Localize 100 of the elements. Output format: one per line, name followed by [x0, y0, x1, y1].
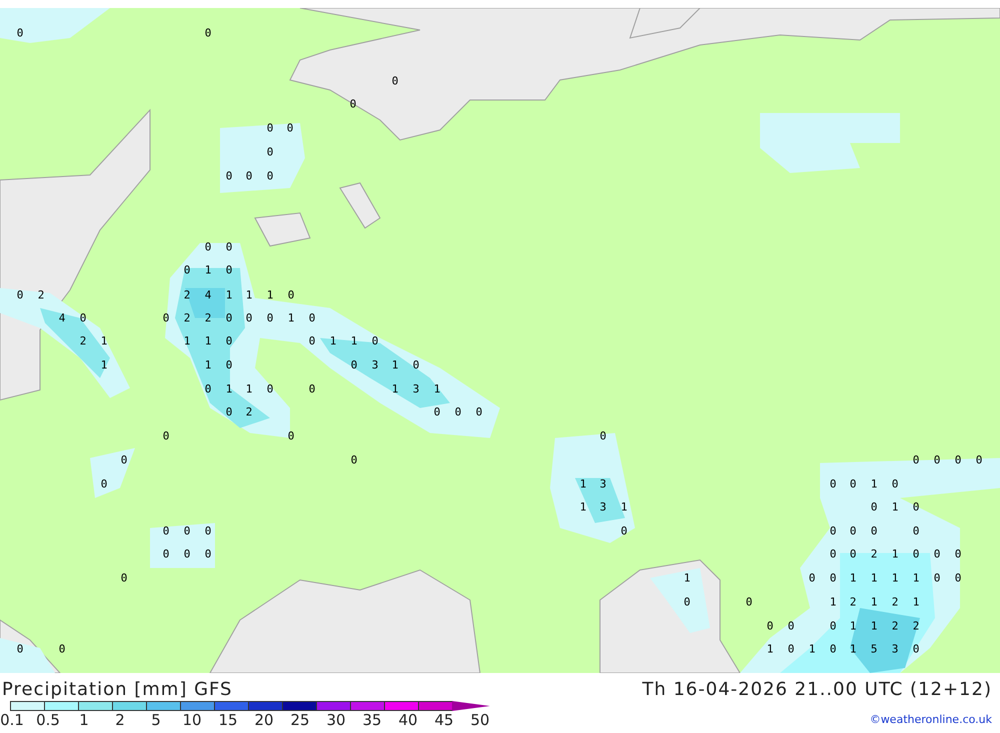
precipitation-value: 0	[934, 572, 940, 584]
precipitation-value: 0	[162, 548, 170, 560]
precipitation-value: 0	[204, 242, 212, 252]
precipitation-value: 0	[830, 548, 836, 560]
precipitation-value: 2	[870, 548, 878, 560]
precipitation-value: 1	[870, 478, 878, 490]
precipitation-value: 1	[392, 360, 398, 370]
precipitation-value: 0	[934, 454, 940, 466]
precipitation-value: 0	[226, 312, 232, 324]
precipitation-value: 1	[912, 596, 920, 608]
precipitation-value: 0	[16, 28, 24, 38]
precipitation-value: 1	[912, 572, 920, 584]
scale-tick-label: 45	[433, 711, 455, 729]
precipitation-value: 0	[954, 454, 962, 466]
precipitation-value: 0	[434, 406, 440, 418]
scale-tick-label: 0.1	[0, 711, 25, 729]
precipitation-value: 0	[746, 596, 752, 608]
precipitation-value: 1	[266, 290, 274, 300]
precipitation-value: 0	[454, 406, 462, 418]
precipitation-value: 1	[830, 596, 836, 608]
precipitation-area	[0, 638, 55, 673]
precipitation-value: 0	[226, 406, 232, 418]
precipitation-value: 2	[204, 312, 212, 324]
sea-area	[254, 212, 311, 247]
precipitation-area	[90, 448, 135, 498]
scale-tick-label: 10	[181, 711, 203, 729]
precipitation-value: 0	[266, 384, 274, 394]
precipitation-value: 1	[850, 572, 856, 584]
precipitation-value: 0	[766, 620, 774, 632]
scale-tick-label: 30	[325, 711, 347, 729]
precipitation-value: 2	[246, 406, 252, 418]
precipitation-value: 0	[600, 430, 606, 442]
precipitation-value: 0	[788, 620, 794, 632]
precipitation-value: 0	[392, 76, 398, 86]
precipitation-value: 0	[954, 548, 962, 560]
precipitation-value: 0	[976, 454, 982, 466]
precipitation-value: 1	[330, 336, 336, 346]
precipitation-value: 0	[226, 264, 232, 276]
precipitation-value: 0	[266, 122, 274, 134]
precipitation-value: 0	[288, 290, 294, 300]
precipitation-value: 2	[892, 596, 898, 608]
precipitation-value: 1	[204, 264, 212, 276]
precipitation-area	[850, 608, 920, 673]
precipitation-value: 0	[162, 312, 170, 324]
precipitation-value: 1	[434, 384, 440, 394]
precipitation-value: 0	[830, 644, 836, 654]
precipitation-value: 1	[392, 384, 398, 394]
precipitation-value: 0	[100, 478, 108, 490]
credit-link[interactable]: ©weatheronline.co.uk	[870, 713, 992, 726]
precipitation-value: 0	[476, 406, 482, 418]
precipitation-value: 0	[288, 430, 294, 442]
precipitation-value: 0	[850, 548, 856, 560]
precipitation-value: 0	[620, 526, 628, 536]
precipitation-value: 0	[934, 548, 940, 560]
precipitation-value: 0	[912, 526, 920, 536]
precipitation-value: 0	[204, 384, 212, 394]
precipitation-value: 3	[372, 360, 378, 370]
precipitation-value: 0	[308, 336, 316, 346]
precipitation-value: 1	[684, 572, 690, 584]
precipitation-value: 3	[600, 502, 606, 512]
precipitation-value: 2	[80, 336, 86, 346]
precipitation-value: 0	[80, 312, 86, 324]
precipitation-value: 0	[120, 454, 128, 466]
precipitation-value: 0	[350, 454, 358, 466]
valid-time: Th 16-04-2026 21..00 UTC (12+12)	[642, 679, 992, 701]
precipitation-value: 3	[600, 478, 606, 490]
precipitation-value: 0	[412, 360, 420, 370]
precipitation-area	[150, 523, 215, 568]
precipitation-value: 1	[350, 336, 358, 346]
precipitation-value: 1	[850, 620, 856, 632]
precipitation-value: 0	[912, 548, 920, 560]
precipitation-value: 0	[372, 336, 378, 346]
precipitation-value: 0	[226, 170, 232, 182]
precipitation-value: 2	[912, 620, 920, 632]
precipitation-value: 0	[204, 28, 212, 38]
scale-arrow-icon	[452, 701, 490, 711]
precipitation-value: 0	[204, 526, 212, 536]
precipitation-value: 0	[830, 620, 836, 632]
precipitation-value: 0	[184, 526, 190, 536]
precipitation-value: 5	[870, 644, 878, 654]
precipitation-value: 0	[286, 122, 294, 134]
precipitation-value: 0	[830, 572, 836, 584]
precipitation-value: 0	[808, 572, 816, 584]
precipitation-value: 0	[246, 170, 252, 182]
scale-tick-label: 15	[217, 711, 239, 729]
scale-tick-label: 1	[78, 711, 90, 729]
scale-tick-label: 20	[253, 711, 275, 729]
precipitation-value: 4	[204, 290, 212, 300]
precipitation-value: 1	[246, 384, 252, 394]
precipitation-value: 1	[100, 360, 108, 370]
scale-tick-label: 25	[289, 711, 311, 729]
precipitation-value: 0	[870, 526, 878, 536]
precipitation-value: 1	[580, 502, 586, 512]
precipitation-value: 0	[266, 170, 274, 182]
precipitation-value: 0	[266, 312, 274, 324]
sea-area	[339, 182, 381, 229]
precipitation-value: 1	[580, 478, 586, 490]
precipitation-value: 0	[246, 312, 252, 324]
precipitation-value: 0	[162, 526, 170, 536]
precipitation-value: 1	[870, 572, 878, 584]
